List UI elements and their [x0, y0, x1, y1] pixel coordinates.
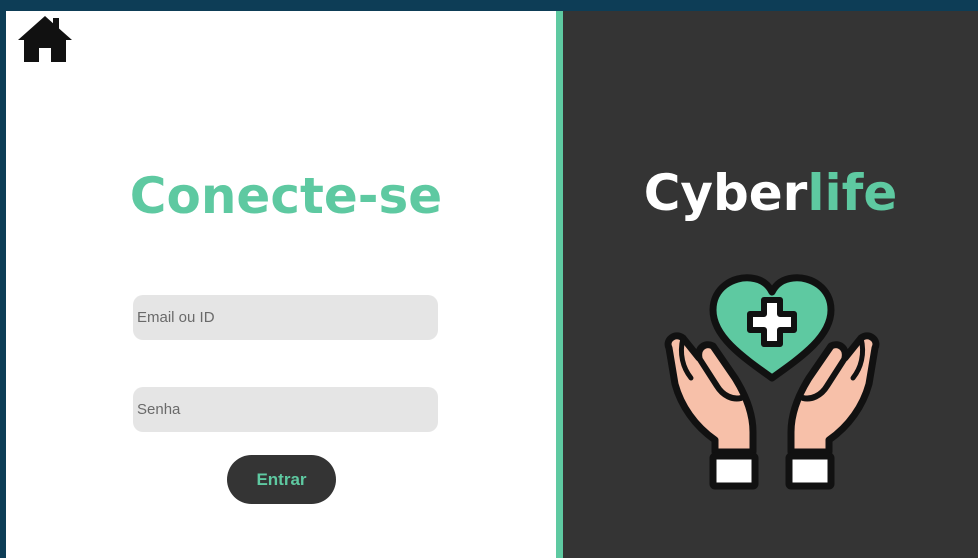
- brand-name-part2: life: [807, 164, 898, 222]
- page-title: Conecte-se: [129, 167, 443, 225]
- brand-panel: Cyberlife: [563, 11, 978, 558]
- email-input[interactable]: [133, 295, 438, 340]
- hands-heart-cross-icon: [664, 274, 880, 490]
- panel-divider: [556, 11, 563, 558]
- home-icon[interactable]: [16, 14, 74, 64]
- login-panel: Conecte-se Entrar: [6, 11, 556, 558]
- page-frame: Conecte-se Entrar Cyberlife: [6, 11, 978, 558]
- brand-name: Cyberlife: [563, 164, 978, 222]
- submit-button[interactable]: Entrar: [227, 455, 336, 504]
- brand-name-part1: Cyber: [643, 164, 808, 222]
- password-input[interactable]: [133, 387, 438, 432]
